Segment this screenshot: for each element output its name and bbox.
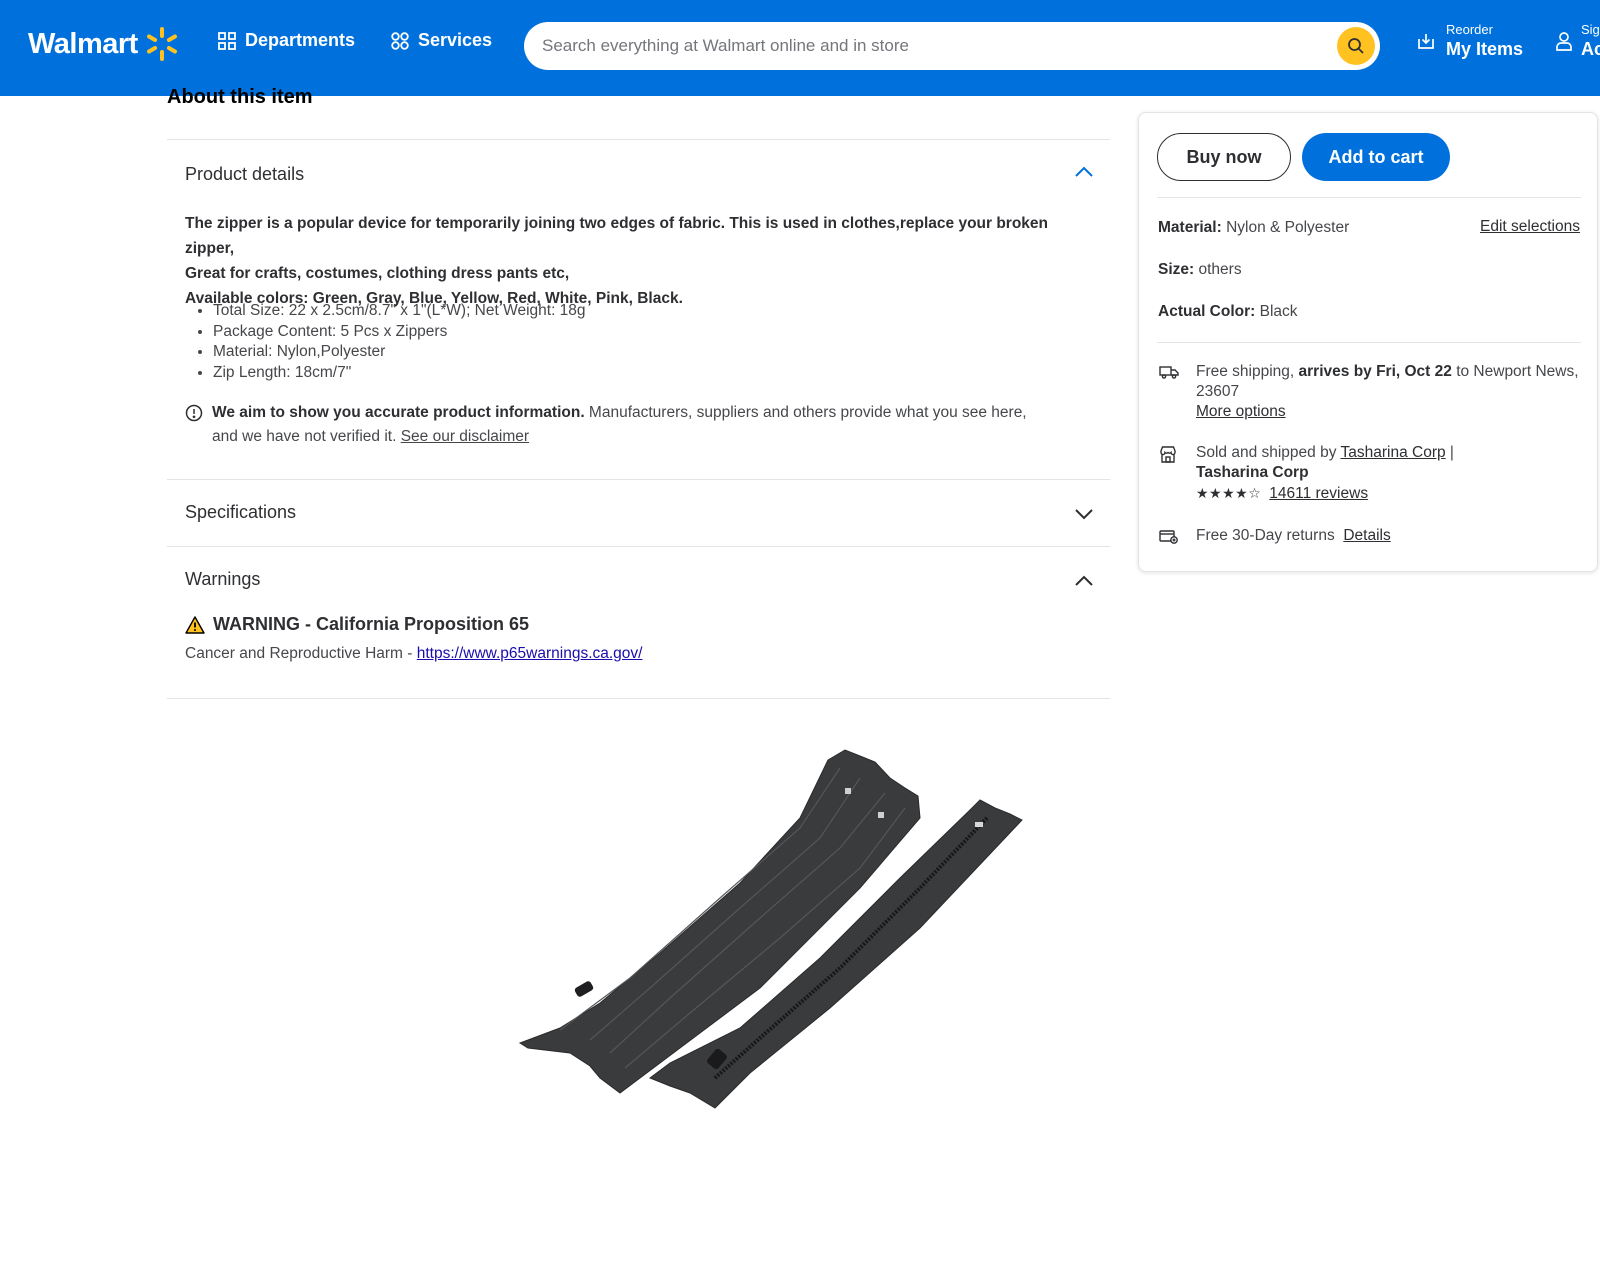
size-row: Size: others [1158, 261, 1242, 279]
size-label: Size: [1158, 261, 1195, 278]
product-image [518, 749, 1023, 1109]
sold-by-prefix: Sold and shipped by [1196, 444, 1341, 461]
reorder-my-items[interactable]: Reorder My Items [1416, 22, 1523, 60]
specifications-heading[interactable]: Specifications [185, 502, 296, 523]
bullet-item: Material: Nylon,Polyester [213, 342, 586, 363]
reorder-icon [1418, 34, 1434, 49]
rating-stars: ★★★★☆ [1196, 485, 1262, 501]
spark-icon [146, 27, 177, 61]
seller-separator: | [1445, 444, 1454, 461]
product-bullets: Total Size: 22 x 2.5cm/8.7" x 1"(L*W); N… [213, 301, 586, 383]
color-row: Actual Color: Black [1158, 303, 1298, 321]
warning-title: WARNING - California Proposition 65 [185, 614, 529, 635]
material-label: Material: [1158, 219, 1222, 236]
warning-triangle-icon [185, 615, 205, 634]
returns-icon [1159, 530, 1178, 544]
logo-text: Walmart [28, 27, 138, 60]
account-big-label: Ac [1581, 39, 1600, 59]
warning-title-text: WARNING - California Proposition 65 [213, 614, 530, 634]
bullet-item: Total Size: 22 x 2.5cm/8.7" x 1"(L*W); N… [213, 301, 586, 322]
shipping-prefix: Free shipping, [1196, 363, 1299, 380]
grid-icon [218, 31, 236, 50]
returns-info: Free 30-Day returns Details [1196, 526, 1391, 546]
warnings-heading[interactable]: Warnings [185, 569, 260, 590]
seller-name: Tasharina Corp [1196, 464, 1309, 481]
material-row: Material: Nylon & Polyester [1158, 219, 1349, 237]
reorder-big-label: My Items [1446, 39, 1524, 59]
divider [1157, 197, 1581, 198]
disclaimer: We aim to show you accurate product info… [185, 401, 1045, 449]
edit-selections-link[interactable]: Edit selections [1480, 218, 1580, 236]
chevron-up-icon[interactable] [1074, 166, 1094, 178]
shipping-info: Free shipping, arrives by Fri, Oct 22 to… [1196, 362, 1586, 422]
size-value: others [1198, 261, 1242, 278]
walmart-logo[interactable]: Walmart [28, 26, 180, 62]
reviews-link[interactable]: 14611 reviews [1269, 485, 1368, 502]
returns-details-link[interactable]: Details [1343, 527, 1390, 544]
more-options-link[interactable]: More options [1196, 403, 1286, 420]
disclaimer-link[interactable]: See our disclaimer [401, 428, 529, 445]
product-description: The zipper is a popular device for tempo… [185, 211, 1065, 311]
departments-button[interactable]: Departments [218, 30, 355, 51]
product-details-heading[interactable]: Product details [185, 164, 304, 185]
description-line-2: Great for crafts, costumes, clothing dre… [185, 265, 570, 282]
departments-label: Departments [245, 30, 356, 50]
search-icon [1348, 38, 1364, 54]
bullet-item: Package Content: 5 Pcs x Zippers [213, 322, 586, 343]
add-to-cart-button[interactable]: Add to cart [1302, 133, 1450, 181]
divider [1157, 342, 1581, 343]
bullet-item: Zip Length: 18cm/7" [213, 363, 586, 384]
seller-info: Sold and shipped by Tasharina Corp | Tas… [1196, 443, 1526, 504]
arrival-date: arrives by Fri, Oct 22 [1298, 363, 1452, 380]
chevron-up-icon[interactable] [1074, 575, 1094, 587]
returns-text: Free 30-Day returns [1196, 527, 1335, 544]
services-label: Services [418, 30, 493, 50]
disclaimer-bold: We aim to show you accurate product info… [212, 404, 585, 421]
warning-body: Cancer and Reproductive Harm - [185, 645, 417, 662]
user-icon [1556, 32, 1572, 51]
site-header: Walmart Departments Services Search ever… [0, 0, 1600, 96]
search-button[interactable] [1337, 27, 1375, 65]
reorder-small-label: Reorder [1446, 22, 1493, 37]
account-small-label: Sig [1581, 22, 1600, 37]
info-icon [185, 404, 203, 422]
about-title: About this item [167, 86, 313, 108]
services-icon [391, 31, 409, 50]
search-input[interactable] [542, 22, 1302, 70]
warning-text: Cancer and Reproductive Harm - https://w… [185, 645, 642, 663]
color-label: Actual Color: [1158, 303, 1256, 320]
services-button[interactable]: Services [391, 30, 492, 51]
truck-icon [1159, 366, 1179, 379]
specifications-section[interactable]: Specifications [167, 479, 1110, 546]
material-value: Nylon & Polyester [1226, 219, 1350, 236]
buy-now-button[interactable]: Buy now [1157, 133, 1291, 181]
p65-link[interactable]: https://www.p65warnings.ca.gov/ [417, 645, 643, 662]
account-button[interactable]: Sig Ac [1555, 22, 1600, 60]
store-icon [1160, 446, 1176, 463]
chevron-down-icon[interactable] [1074, 508, 1094, 520]
color-value: Black [1259, 303, 1298, 320]
search-bar [524, 22, 1380, 70]
seller-link[interactable]: Tasharina Corp [1341, 444, 1446, 461]
description-line-1: The zipper is a popular device for tempo… [185, 215, 1049, 257]
